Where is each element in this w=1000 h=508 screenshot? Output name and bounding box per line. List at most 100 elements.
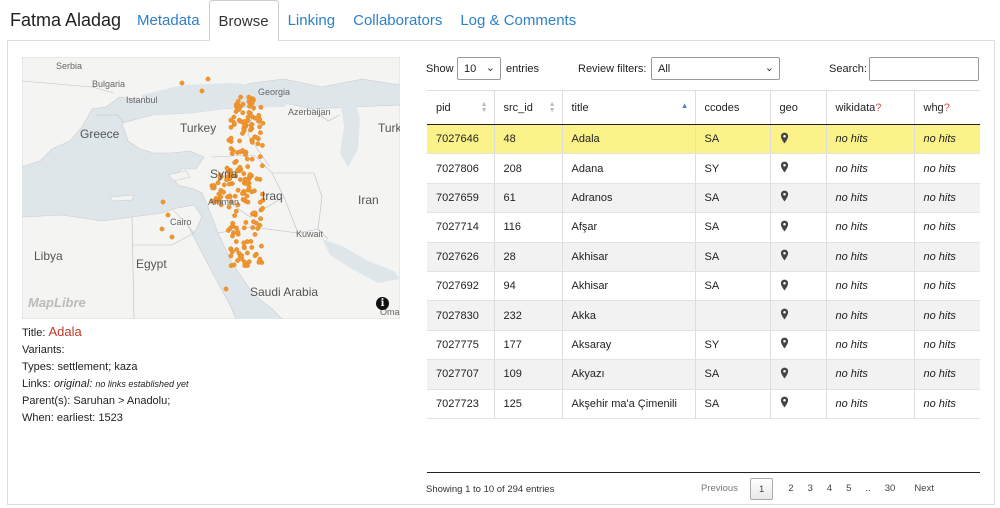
place-point[interactable] <box>243 181 249 187</box>
pagination-page-1[interactable]: 1 <box>749 478 774 500</box>
col-whg[interactable]: whg? <box>913 90 980 125</box>
place-point[interactable] <box>259 143 265 148</box>
page-size-select[interactable]: 10 ⌄ <box>457 57 501 80</box>
place-point[interactable] <box>228 146 234 152</box>
cell-geo[interactable] <box>769 124 826 155</box>
col-geo[interactable]: geo <box>769 90 826 125</box>
place-point[interactable] <box>248 238 254 244</box>
place-point[interactable] <box>252 231 258 237</box>
place-point[interactable] <box>251 210 257 216</box>
place-point[interactable] <box>250 225 256 231</box>
help-icon[interactable]: ? <box>944 102 950 114</box>
place-point[interactable] <box>241 225 247 231</box>
place-point[interactable] <box>221 182 227 188</box>
cell-geo[interactable] <box>769 212 826 243</box>
place-point[interactable] <box>228 135 234 141</box>
place-point[interactable] <box>235 229 241 235</box>
place-point[interactable] <box>240 110 246 116</box>
map-pin-icon[interactable] <box>780 337 789 349</box>
place-point[interactable] <box>237 138 243 144</box>
place-point[interactable] <box>258 243 264 249</box>
col-src-id[interactable]: src_id ▲ ▼ <box>493 90 562 125</box>
place-point[interactable] <box>255 141 261 147</box>
place-point[interactable] <box>250 98 256 104</box>
cell-geo[interactable] <box>769 389 826 419</box>
place-point[interactable] <box>246 259 252 265</box>
place-point[interactable] <box>257 154 263 160</box>
col-ccodes[interactable]: ccodes <box>694 90 770 125</box>
place-point[interactable] <box>254 176 260 182</box>
map-pin-icon[interactable] <box>780 190 789 202</box>
map-pin-icon[interactable] <box>780 161 789 173</box>
place-point[interactable] <box>159 226 165 232</box>
place-point[interactable] <box>258 104 264 110</box>
place-point[interactable] <box>215 180 221 186</box>
pagination-page-30[interactable]: 30 <box>878 478 903 500</box>
place-point[interactable] <box>239 252 245 258</box>
place-point[interactable] <box>232 213 238 219</box>
place-point[interactable] <box>235 187 241 193</box>
place-point[interactable] <box>211 183 217 189</box>
place-point[interactable] <box>244 193 250 199</box>
place-point[interactable] <box>251 105 257 111</box>
place-point[interactable] <box>249 244 255 250</box>
place-point[interactable] <box>244 250 250 256</box>
help-icon[interactable]: ? <box>875 102 881 114</box>
place-point[interactable] <box>236 107 242 112</box>
place-point[interactable] <box>257 256 263 262</box>
cell-geo[interactable] <box>769 330 826 361</box>
place-point[interactable] <box>238 94 244 100</box>
map-pin-icon[interactable] <box>780 220 789 232</box>
cell-geo[interactable] <box>769 300 826 331</box>
col-wikidata[interactable]: wikidata? <box>825 90 914 125</box>
place-point[interactable] <box>235 258 241 263</box>
place-point[interactable] <box>245 114 251 120</box>
review-filter-select[interactable]: All ⌄ <box>651 57 780 80</box>
place-point[interactable] <box>244 156 250 162</box>
map-pin-icon[interactable] <box>780 279 789 291</box>
place-point[interactable] <box>216 191 222 197</box>
place-point[interactable] <box>241 123 247 128</box>
place-point[interactable] <box>258 216 264 222</box>
place-point[interactable] <box>247 172 253 178</box>
place-point[interactable] <box>242 119 248 124</box>
col-pid[interactable]: pid ▲ ▼ <box>427 90 494 125</box>
place-point[interactable] <box>235 98 241 104</box>
place-point[interactable] <box>230 220 236 226</box>
place-point[interactable] <box>237 177 243 183</box>
map-pin-icon[interactable] <box>780 249 789 261</box>
place-point[interactable] <box>199 88 205 94</box>
pagination-page-4[interactable]: 4 <box>820 478 839 500</box>
place-point[interactable] <box>245 164 251 170</box>
cell-geo[interactable] <box>769 359 826 390</box>
pagination-previous[interactable]: Previous <box>695 478 747 500</box>
place-point[interactable] <box>229 249 235 255</box>
pagination-page-2[interactable]: 2 <box>781 478 800 500</box>
cell-geo[interactable] <box>769 153 826 184</box>
pagination-next[interactable]: Next <box>902 478 941 500</box>
place-point[interactable] <box>223 286 229 292</box>
pagination-page-3[interactable]: 3 <box>801 478 820 500</box>
cell-geo[interactable] <box>769 242 826 272</box>
col-title[interactable]: title ▲ <box>561 90 695 125</box>
place-point[interactable] <box>256 113 262 118</box>
place-point[interactable] <box>252 253 258 259</box>
place-point[interactable] <box>248 122 254 128</box>
place-point[interactable] <box>260 120 266 126</box>
pagination-page-5[interactable]: 5 <box>839 478 858 500</box>
place-point[interactable] <box>179 80 185 86</box>
place-point[interactable] <box>240 191 245 196</box>
place-point[interactable] <box>233 239 239 245</box>
place-point[interactable] <box>230 233 235 239</box>
place-point[interactable] <box>249 139 255 145</box>
table-row[interactable]: 7027714 116 Afşar SA no hits no hits <box>427 212 980 243</box>
table-row[interactable]: 7027723 125 Akşehir ma'a Çimenili SA no hits… <box>427 389 980 419</box>
map-pin-icon[interactable] <box>780 308 789 320</box>
place-point[interactable] <box>232 160 238 166</box>
map-pin-icon[interactable] <box>780 396 789 408</box>
place-point[interactable] <box>241 171 247 177</box>
place-point[interactable] <box>242 263 248 269</box>
table-row[interactable]: 7027775 177 Aksaray SY no hits no hits <box>427 330 980 361</box>
table-row[interactable]: 7027707 109 Akyazı SA no hits no hits <box>427 359 980 390</box>
cell-geo[interactable] <box>769 183 826 214</box>
